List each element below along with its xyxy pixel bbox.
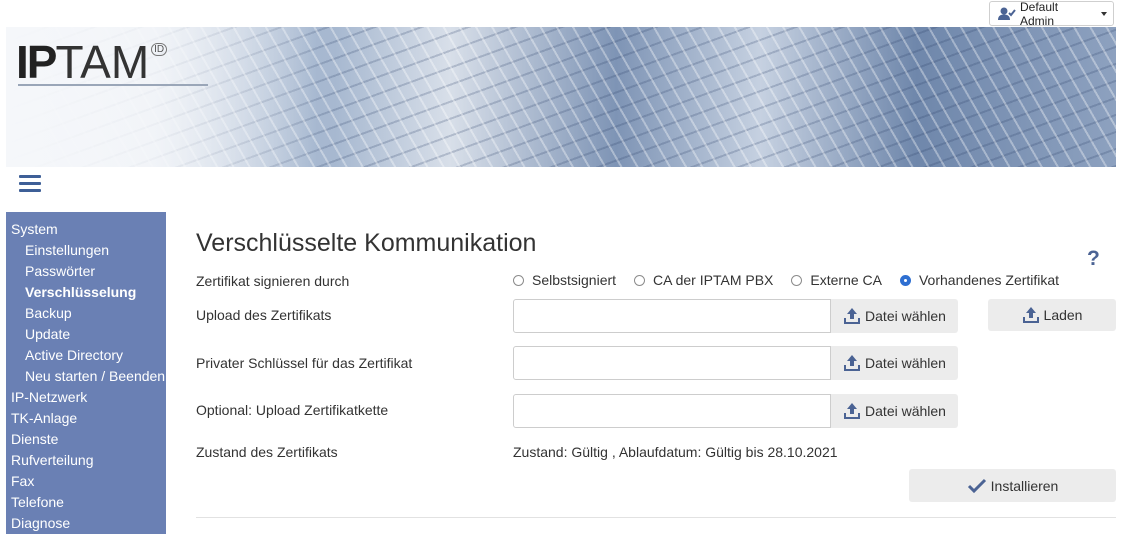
sign-option-label: CA der IPTAM PBX: [653, 272, 774, 288]
sidebar-item-diagnose[interactable]: Diagnose: [6, 513, 166, 534]
sidebar-item-verschlüsselung[interactable]: Verschlüsselung: [6, 282, 166, 303]
sign-option-radio[interactable]: Vorhandenes Zertifikat: [899, 272, 1060, 288]
upload-icon: [843, 307, 861, 325]
page-title: Verschlüsselte Kommunikation: [196, 228, 537, 257]
sign-options-group: Selbstsigniert CA der IPTAM PBX Externe CA…: [513, 272, 1077, 288]
sidebar-item-fax[interactable]: Fax: [6, 471, 166, 492]
sidebar-item-update[interactable]: Update: [6, 324, 166, 345]
sidebar-nav: System Einstellungen Passwörter Verschlüsse…: [6, 212, 166, 534]
private-key-choose-file-button[interactable]: Datei wählen: [831, 346, 958, 380]
chain-choose-file-button[interactable]: Datei wählen: [831, 394, 958, 428]
cert-state-value: Zustand: Gültig , Ablaufdatum: Gültig bi…: [513, 444, 838, 460]
sign-option-label: Externe CA: [810, 272, 882, 288]
sidebar-item-dienste[interactable]: Dienste: [6, 429, 166, 450]
sign-option-label: Vorhandenes Zertifikat: [918, 272, 1060, 288]
chain-label: Optional: Upload Zertifikatkette: [196, 402, 389, 418]
sidebar-item-backup[interactable]: Backup: [6, 303, 166, 324]
upload-icon: [843, 354, 861, 372]
divider: [196, 517, 1116, 518]
cert-file-input[interactable]: [513, 299, 831, 333]
chevron-down-icon: [1101, 11, 1107, 16]
sidebar-item-telefone[interactable]: Telefone: [6, 492, 166, 513]
radio-checked-icon[interactable]: [899, 274, 911, 286]
radio-unchecked-icon[interactable]: [634, 274, 646, 286]
sidebar-item-active-directory[interactable]: Active Directory: [6, 345, 166, 366]
upload-icon: [1022, 306, 1040, 324]
checkmark-icon: [967, 478, 987, 494]
upload-icon: [843, 402, 861, 420]
sign-by-label: Zertifikat signieren durch: [196, 273, 350, 289]
sidebar-item-system[interactable]: System: [6, 219, 166, 240]
brand-logo: IP TAM ID: [16, 39, 168, 85]
private-key-file-input[interactable]: [513, 346, 831, 380]
sidebar-item-passwörter[interactable]: Passwörter: [6, 261, 166, 282]
sign-option-radio[interactable]: Selbstsigniert: [513, 272, 616, 288]
radio-unchecked-icon[interactable]: [513, 274, 524, 286]
header-banner: IP TAM ID: [6, 27, 1116, 167]
sidebar-item-tk-anlage[interactable]: TK-Anlage: [6, 408, 166, 429]
install-button[interactable]: Installieren: [909, 469, 1116, 502]
sign-option-radio[interactable]: Externe CA: [791, 272, 882, 288]
sidebar-item-rufverteilung[interactable]: Rufverteilung: [6, 450, 166, 471]
radio-unchecked-icon[interactable]: [791, 274, 803, 286]
private-key-label: Privater Schlüssel für das Zertifikat: [196, 355, 413, 371]
chain-file-input[interactable]: [513, 394, 831, 428]
user-menu-button[interactable]: Default Admin: [989, 0, 1114, 28]
user-name: Default Admin: [1020, 0, 1059, 28]
load-button[interactable]: Laden: [988, 299, 1116, 331]
sidebar-item-ip-netzwerk[interactable]: IP-Netzwerk: [6, 387, 166, 408]
cert-state-label: Zustand des Zertifikats: [196, 444, 338, 460]
upload-cert-label: Upload des Zertifikats: [196, 307, 332, 323]
sidebar-item-einstellungen[interactable]: Einstellungen: [6, 240, 166, 261]
help-question-icon[interactable]: ?: [1087, 247, 1100, 271]
sidebar-item-neu-starten-beenden[interactable]: Neu starten / Beenden: [6, 366, 166, 387]
cert-choose-file-button[interactable]: Datei wählen: [831, 299, 958, 333]
hamburger-menu-icon[interactable]: [19, 175, 41, 193]
sign-option-label: Selbstsigniert: [532, 272, 617, 288]
sign-option-radio[interactable]: CA der IPTAM PBX: [634, 272, 773, 288]
user-check-icon: [998, 7, 1016, 21]
